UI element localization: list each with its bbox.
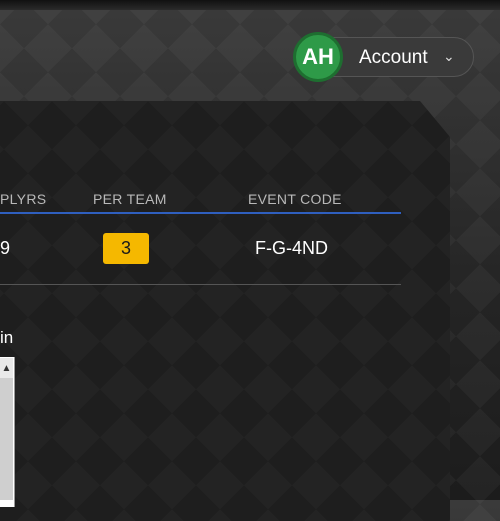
section-label: in xyxy=(0,328,14,347)
per-team-badge: 3 xyxy=(103,233,149,264)
plyrs-value: 9 xyxy=(0,238,11,258)
event-panel xyxy=(0,101,450,521)
avatar[interactable]: AH xyxy=(293,32,343,82)
column-header-plyrs: PLYRS xyxy=(0,191,47,207)
column-header-event-code: EVENT CODE xyxy=(248,191,342,207)
chevron-down-icon: ⌄ xyxy=(443,48,455,64)
row-divider xyxy=(0,284,401,285)
header-divider xyxy=(0,212,401,214)
event-code-value: F-G-4ND xyxy=(255,238,328,258)
scrollbar-track[interactable] xyxy=(0,378,13,500)
account-label: Account xyxy=(359,47,428,68)
account-menu-button[interactable]: AH Account ⌄ xyxy=(293,32,474,82)
top-bar-edge xyxy=(0,0,500,10)
scroll-up-arrow-icon[interactable]: ▲ xyxy=(0,358,13,378)
column-header-per-team: PER TEAM xyxy=(93,191,167,207)
